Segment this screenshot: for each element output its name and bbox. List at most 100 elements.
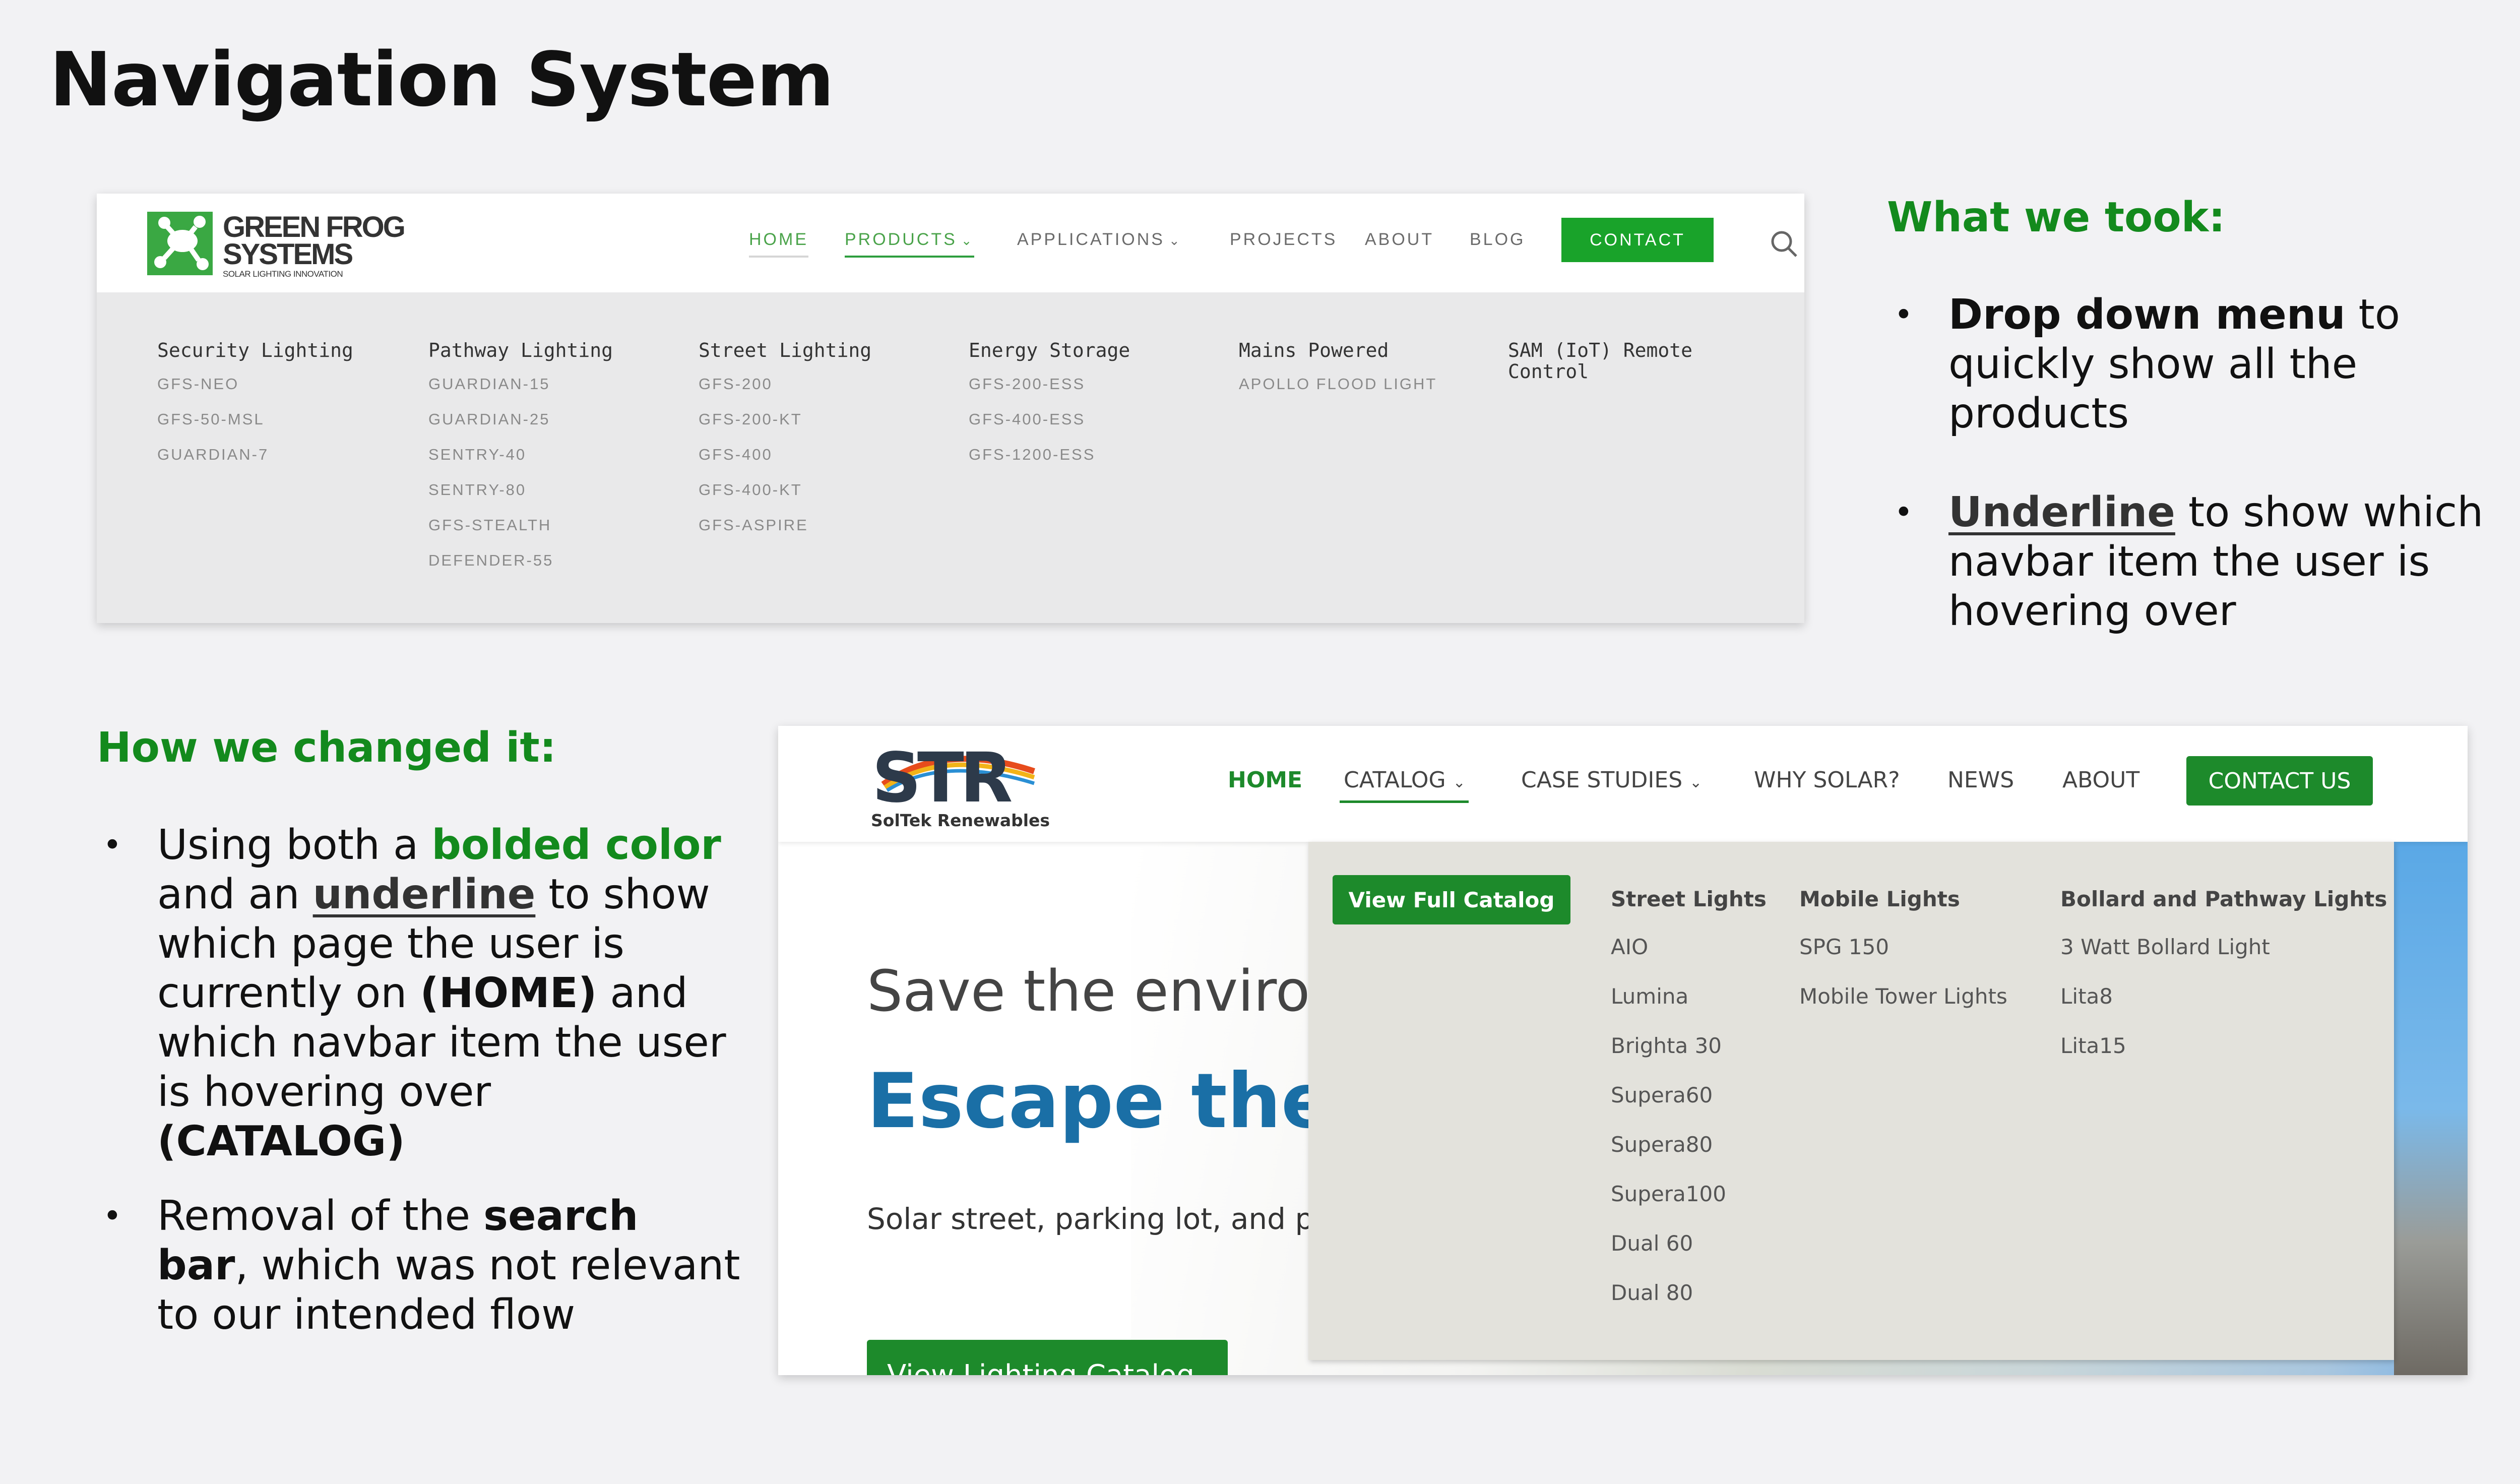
str-logo[interactable]: STR SolTek Renewables: [868, 736, 1050, 832]
gfs-product-link[interactable]: GUARDIAN-7: [157, 446, 389, 481]
dropdown-column: Bollard and Pathway Lights 3 Watt Bollar…: [2060, 885, 2387, 1083]
dropdown-product-link[interactable]: AIO: [1611, 935, 1767, 984]
dropdown-product-link[interactable]: Supera60: [1611, 1083, 1767, 1132]
gfs-contact-button[interactable]: CONTACT: [1561, 218, 1714, 262]
gfs-logo[interactable]: GREEN FROG SYSTEMS SOLAR LIGHTING INNOVA…: [147, 207, 409, 280]
view-lighting-catalog-button[interactable]: View Lighting Catalog: [867, 1340, 1228, 1375]
str-nav-why-solar[interactable]: WHY SOLAR?: [1754, 767, 1900, 793]
hero-subtitle: Solar street, parking lot, and pat: [867, 1202, 1343, 1236]
gfs-product-link[interactable]: GUARDIAN-15: [428, 375, 660, 410]
dropdown-product-link[interactable]: Supera80: [1611, 1132, 1767, 1182]
gfs-nav-products[interactable]: PRODUCTS ⌄: [845, 230, 974, 258]
gfs-product-link[interactable]: GFS-400: [699, 446, 930, 481]
dropdown-product-link[interactable]: SPG 150: [1799, 935, 2007, 984]
gfs-product-link[interactable]: APOLLO FLOOD LIGHT: [1239, 375, 1471, 410]
gfs-product-link[interactable]: GFS-200-ESS: [969, 375, 1201, 410]
dropdown-column-heading[interactable]: Bollard and Pathway Lights: [2060, 885, 2387, 913]
gfs-nav-about[interactable]: ABOUT: [1365, 230, 1434, 250]
gfs-product-link[interactable]: GFS-NEO: [157, 375, 389, 410]
chevron-down-icon: ⌄: [961, 233, 974, 248]
str-nav-case-studies-label: CASE STUDIES: [1521, 767, 1683, 793]
dropdown-product-link[interactable]: Supera100: [1611, 1182, 1767, 1231]
view-full-catalog-button[interactable]: View Full Catalog: [1333, 875, 1570, 924]
gfs-dropdown-column: Mains Powered APOLLO FLOOD LIGHT: [1239, 340, 1471, 410]
gfs-column-heading[interactable]: Energy Storage: [969, 340, 1201, 361]
changed-text: Removal of the: [157, 1192, 484, 1240]
took-bullet-underline-word: Underline: [1948, 488, 2175, 536]
gfs-column-heading[interactable]: Street Lighting: [699, 340, 930, 361]
str-logo-subtitle: SolTek Renewables: [871, 811, 1050, 830]
changed-catalog-text: (CATALOG): [157, 1118, 405, 1165]
took-heading: What we took:: [1887, 194, 2226, 241]
str-nav-news[interactable]: NEWS: [1947, 767, 2014, 793]
str-navbar: STR SolTek Renewables HOME CATALOG ⌄ CASE…: [778, 726, 2468, 842]
gfs-nav-projects[interactable]: PROJECTS: [1230, 230, 1337, 250]
gfs-dropdown-column: Energy Storage GFS-200-ESS GFS-400-ESS G…: [969, 340, 1201, 481]
gfs-nav-home[interactable]: HOME: [749, 230, 808, 258]
dropdown-product-link[interactable]: Brighta 30: [1611, 1033, 1767, 1083]
gfs-product-link[interactable]: DEFENDER-55: [428, 551, 660, 587]
took-bullet-dropdown: Drop down menu to quickly show all the p…: [1894, 290, 2513, 439]
dropdown-product-link[interactable]: Lumina: [1611, 984, 1767, 1033]
frog-logo-icon: [147, 212, 213, 275]
search-icon[interactable]: [1769, 229, 1799, 259]
gfs-navbar: GREEN FROG SYSTEMS SOLAR LIGHTING INNOVA…: [97, 194, 1804, 292]
changed-text: and an: [157, 871, 313, 918]
gfs-product-link[interactable]: SENTRY-80: [428, 481, 660, 516]
dropdown-column: Street Lights AIO Lumina Brighta 30 Supe…: [1611, 885, 1767, 1330]
dropdown-column: Mobile Lights SPG 150 Mobile Tower Light…: [1799, 885, 2007, 1033]
chevron-down-icon: ⌄: [1169, 233, 1182, 248]
gfs-dropdown-column: Street Lighting GFS-200 GFS-200-KT GFS-4…: [699, 340, 930, 551]
gfs-dropdown-column: SAM (IoT) Remote Control: [1508, 340, 1740, 382]
dropdown-product-link[interactable]: Lita15: [2060, 1033, 2387, 1083]
gfs-product-link[interactable]: GFS-200: [699, 375, 930, 410]
gfs-product-link[interactable]: GFS-STEALTH: [428, 516, 660, 551]
gfs-column-heading[interactable]: Security Lighting: [157, 340, 389, 361]
hero-title: Escape the: [867, 1058, 1333, 1145]
svg-text:STR: STR: [872, 738, 1012, 807]
str-screenshot: Save the enviro Escape the Solar street,…: [778, 726, 2468, 1375]
str-logo-icon: STR: [872, 738, 1035, 818]
changed-home-text: (HOME): [420, 969, 597, 1017]
contact-us-button[interactable]: CONTACT US: [2186, 756, 2373, 806]
changed-bullet-search: Removal of the search bar, which was not…: [103, 1192, 742, 1340]
chevron-down-icon: ⌄: [1689, 774, 1703, 791]
gfs-product-link[interactable]: GFS-400-KT: [699, 481, 930, 516]
str-nav-home[interactable]: HOME: [1228, 767, 1302, 793]
str-nav-catalog-label: CATALOG: [1344, 767, 1446, 793]
dropdown-product-link[interactable]: 3 Watt Bollard Light: [2060, 935, 2387, 984]
dropdown-column-heading[interactable]: Mobile Lights: [1799, 885, 2007, 913]
dropdown-product-link[interactable]: Mobile Tower Lights: [1799, 984, 2007, 1033]
gfs-column-heading[interactable]: SAM (IoT) Remote Control: [1508, 340, 1740, 382]
changed-heading: How we changed it:: [97, 724, 556, 772]
dropdown-product-link[interactable]: Dual 60: [1611, 1231, 1767, 1280]
gfs-product-link[interactable]: GFS-200-KT: [699, 410, 930, 446]
gfs-nav-applications[interactable]: APPLICATIONS ⌄: [1017, 230, 1182, 250]
dropdown-product-link[interactable]: Lita8: [2060, 984, 2387, 1033]
gfs-product-link[interactable]: GUARDIAN-25: [428, 410, 660, 446]
gfs-product-link[interactable]: GFS-1200-ESS: [969, 446, 1201, 481]
dropdown-product-link[interactable]: Dual 80: [1611, 1280, 1767, 1330]
gfs-product-link[interactable]: GFS-400-ESS: [969, 410, 1201, 446]
changed-text: Using both a: [157, 821, 432, 869]
changed-text: , which was not relevant to our intended…: [157, 1242, 740, 1339]
gfs-dropdown-column: Pathway Lighting GUARDIAN-15 GUARDIAN-25…: [428, 340, 660, 587]
gfs-product-link[interactable]: SENTRY-40: [428, 446, 660, 481]
str-nav-catalog[interactable]: CATALOG ⌄: [1340, 767, 1469, 803]
changed-bullet-highlight: Using both a bolded color and an underli…: [103, 821, 742, 1166]
gfs-column-heading[interactable]: Pathway Lighting: [428, 340, 660, 361]
gfs-product-link[interactable]: GFS-50-MSL: [157, 410, 389, 446]
str-nav-about[interactable]: ABOUT: [2062, 767, 2139, 793]
gfs-nav-blog-label[interactable]: BLOG: [1470, 230, 1525, 250]
hero-heading: Save the enviro: [867, 959, 1310, 1024]
dropdown-column-heading[interactable]: Street Lights: [1611, 885, 1767, 913]
str-nav-case-studies[interactable]: CASE STUDIES ⌄: [1521, 767, 1702, 793]
took-bullet-underline: Underline to show which navbar item the …: [1894, 488, 2513, 636]
gfs-dropdown-column: Security Lighting GFS-NEO GFS-50-MSL GUA…: [157, 340, 389, 481]
slide-title: Navigation System: [49, 36, 834, 123]
gfs-column-heading[interactable]: Mains Powered: [1239, 340, 1471, 361]
gfs-nav-applications-label: APPLICATIONS: [1017, 230, 1165, 249]
gfs-logo-line2: SYSTEMS: [223, 238, 353, 271]
changed-bullet-list: Using both a bolded color and an underli…: [103, 821, 742, 1389]
gfs-product-link[interactable]: GFS-ASPIRE: [699, 516, 930, 551]
